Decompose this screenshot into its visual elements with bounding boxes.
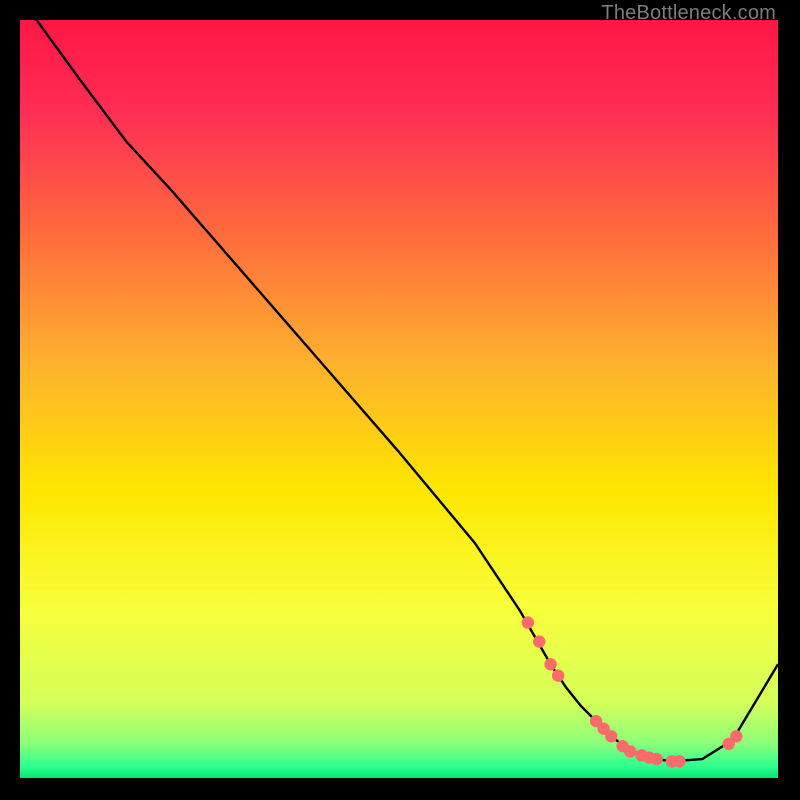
- data-marker: [605, 730, 617, 742]
- curve-line: [20, 20, 778, 761]
- chart-overlay: [20, 20, 778, 778]
- data-marker: [533, 635, 545, 647]
- data-marker: [624, 745, 636, 757]
- chart-frame: TheBottleneck.com: [0, 0, 800, 800]
- data-marker: [522, 616, 534, 628]
- data-marker: [651, 753, 663, 765]
- data-marker: [673, 755, 685, 767]
- plot-area: [20, 20, 778, 778]
- markers-group: [522, 616, 743, 767]
- data-marker: [730, 730, 742, 742]
- data-marker: [544, 658, 556, 670]
- data-marker: [552, 669, 564, 681]
